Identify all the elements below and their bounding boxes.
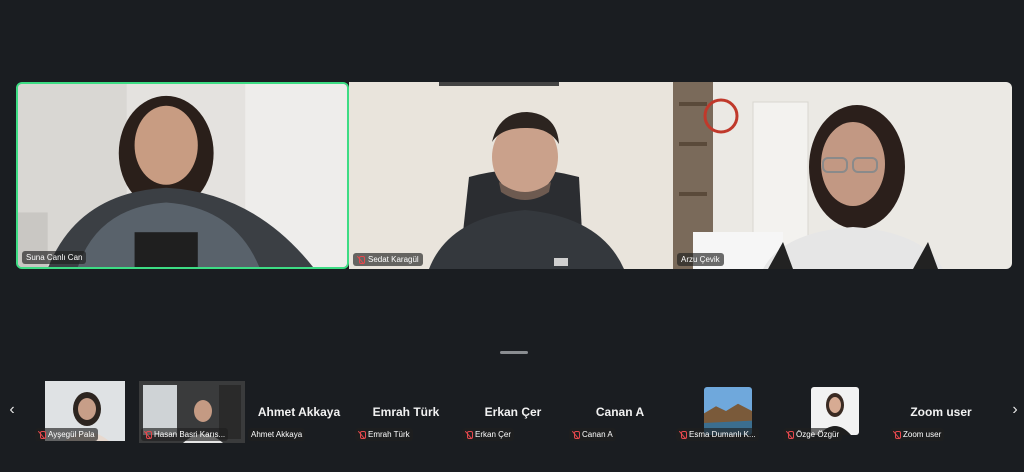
participant-name-tag: Arzu Çevik — [677, 253, 724, 266]
participant-name-tag: Özge Özgür — [783, 428, 843, 441]
participant-name-tag: Zoom user — [890, 428, 945, 441]
thumbnail-participant[interactable]: Erkan Çer Erkan Çer — [460, 381, 566, 443]
mic-off-icon — [465, 430, 473, 439]
participant-video — [18, 84, 347, 267]
thumbnail-participant[interactable]: Esma Dumanlı K... — [674, 381, 780, 443]
chevron-left-icon[interactable]: ‹ — [5, 400, 19, 420]
video-tile-participant[interactable]: Arzu Çevik — [673, 82, 1012, 269]
participant-display-name: Canan A — [595, 405, 645, 419]
thumbnail-participant[interactable]: Ayşegül Pala — [33, 381, 139, 443]
chevron-right-icon[interactable]: › — [1008, 400, 1022, 420]
thumbnail-participant[interactable]: Ahmet Akkaya Ahmet Akkaya — [246, 381, 352, 443]
participant-video — [673, 82, 1012, 269]
mic-off-icon — [357, 255, 365, 264]
thumbnail-participant[interactable]: Hasan Basri Karıs... — [139, 381, 245, 443]
participant-thumbnail-strip: ‹ Ayşegül Pala Hasan Basri Karıs... Ahme… — [0, 378, 1024, 444]
thumbnail-participant[interactable]: Emrah Türk Emrah Türk — [353, 381, 459, 443]
mic-off-icon — [572, 430, 580, 439]
thumbnail-participant[interactable]: Canan A Canan A — [567, 381, 673, 443]
mic-off-icon — [679, 430, 687, 439]
participant-name-tag: Erkan Çer — [462, 428, 515, 441]
thumbnail-participant[interactable]: Özge Özgür — [781, 381, 887, 443]
mic-off-icon — [893, 430, 901, 439]
mic-off-icon — [144, 430, 152, 439]
participant-name-tag: Canan A — [569, 428, 616, 441]
participant-display-name: Zoom user — [910, 405, 972, 419]
video-tile-active-speaker[interactable]: Suna Canlı Can — [16, 82, 349, 269]
participant-name-tag: Sedat Karagül — [353, 253, 423, 266]
participant-name-tag: Emrah Türk — [355, 428, 413, 441]
participant-video — [349, 82, 673, 269]
mic-off-icon — [38, 430, 46, 439]
participant-display-name: Ahmet Akkaya — [257, 405, 341, 419]
video-tile-participant[interactable]: Sedat Karagül — [349, 82, 673, 269]
mic-off-icon — [358, 430, 366, 439]
participant-display-name: Emrah Türk — [372, 405, 440, 419]
participant-name-tag: Hasan Basri Karıs... — [141, 428, 229, 441]
participant-display-name: Erkan Çer — [484, 405, 542, 419]
thumbnail-participant[interactable]: Zoom user Zoom user — [888, 381, 994, 443]
participant-name-tag: Esma Dumanlı K... — [676, 428, 759, 441]
participant-name-tag: Ayşegül Pala — [35, 428, 98, 441]
gallery-resize-handle[interactable] — [500, 351, 528, 354]
participant-name-tag: Ahmet Akkaya — [248, 428, 306, 441]
participant-name-tag: Suna Canlı Can — [22, 251, 87, 264]
meeting-stage: Suna Canlı Can Sedat Karagül Arzu Çevik … — [0, 0, 1024, 472]
mic-off-icon — [786, 430, 794, 439]
